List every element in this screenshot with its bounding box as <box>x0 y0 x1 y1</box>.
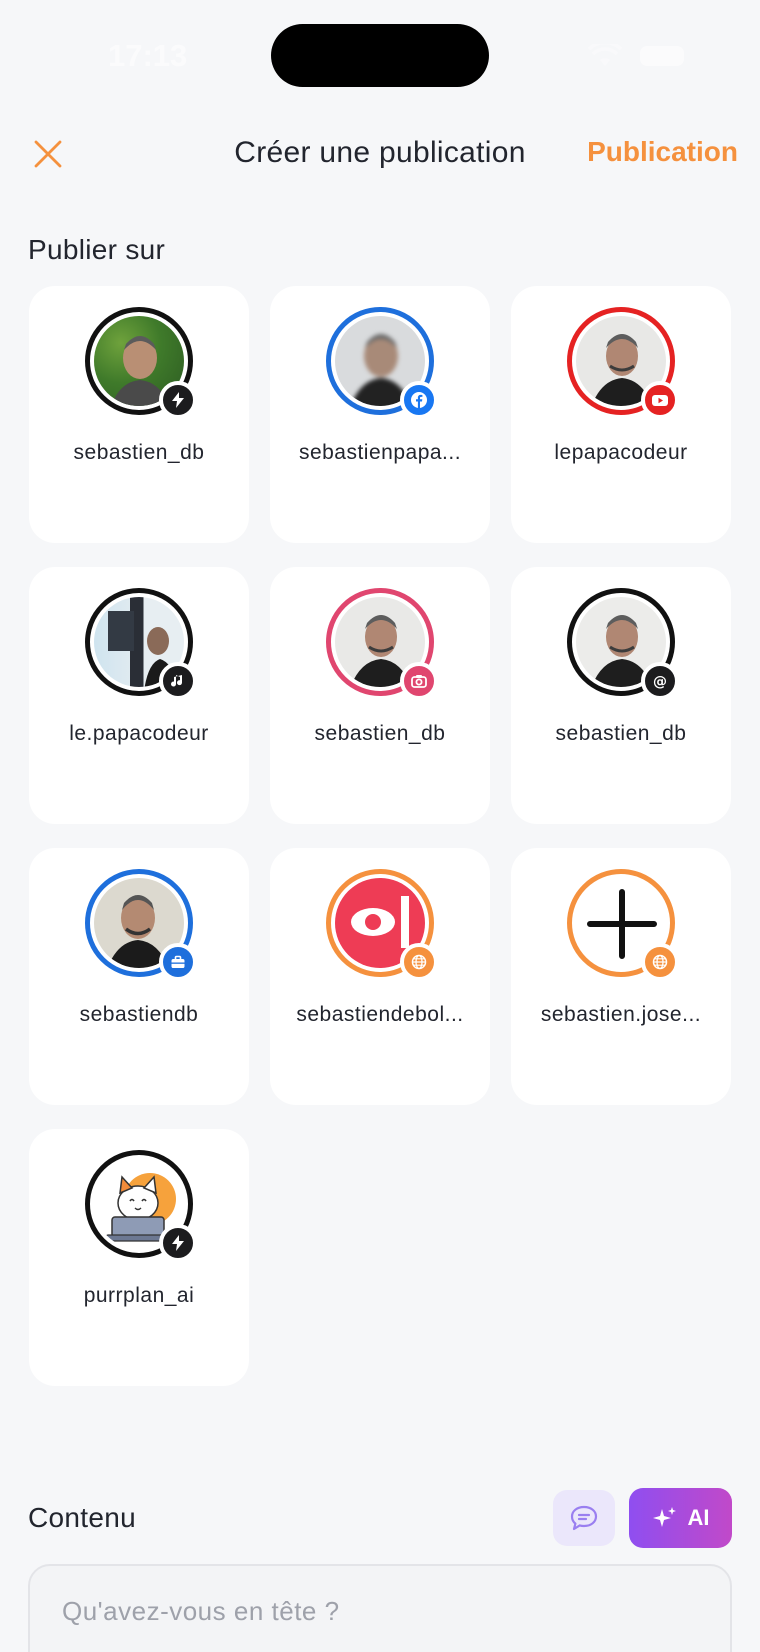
account-card[interactable]: sebastiendb <box>29 848 249 1105</box>
header: Créer une publication Publication <box>0 120 760 190</box>
account-name: lepapacodeur <box>554 441 688 464</box>
account-card[interactable]: sebastien_db <box>270 567 490 824</box>
battery-icon <box>640 46 684 66</box>
content-label: Contenu <box>28 1502 136 1533</box>
status-bar: 17:13 <box>0 0 760 110</box>
status-time: 17:13 <box>108 38 188 73</box>
publish-button[interactable]: Publication <box>587 136 738 168</box>
account-card[interactable]: sebastiendebol... <box>270 848 490 1105</box>
instagram-camera-icon <box>400 662 438 700</box>
globe-icon <box>641 943 679 981</box>
bolt-icon <box>159 1224 197 1262</box>
post-content-input[interactable]: Qu'avez-vous en tête ? <box>28 1564 732 1652</box>
facebook-icon <box>400 381 438 419</box>
svg-text:@: @ <box>653 674 667 690</box>
account-name: sebastiendb <box>79 1003 199 1026</box>
dynamic-island <box>271 24 489 87</box>
publish-on-label: Publier sur <box>28 234 166 265</box>
account-name: sebastien.jose... <box>540 1003 702 1026</box>
chat-button[interactable] <box>553 1490 615 1546</box>
account-name: sebastiendebol... <box>296 1003 464 1026</box>
threads-icon: @ <box>641 662 679 700</box>
account-card[interactable]: sebastien.jose... <box>511 848 731 1105</box>
accounts-grid: sebastien_db sebastienpapa... lepapacode… <box>29 286 732 1386</box>
sparkle-icon <box>652 1507 676 1527</box>
account-name: le.papacodeur <box>69 722 209 745</box>
globe-icon <box>400 943 438 981</box>
account-name: purrplan_ai <box>83 1284 195 1307</box>
ai-button[interactable]: AI <box>629 1488 732 1548</box>
linkedin-briefcase-icon <box>159 943 197 981</box>
account-name: sebastien_db <box>73 441 205 464</box>
account-name: sebastienpapa... <box>298 441 462 464</box>
ai-label: AI <box>687 1505 710 1530</box>
account-name: sebastien_db <box>555 722 687 745</box>
account-card[interactable]: purrplan_ai <box>29 1129 249 1386</box>
tiktok-music-icon <box>159 662 197 700</box>
post-content-placeholder: Qu'avez-vous en tête ? <box>62 1596 340 1626</box>
wifi-icon <box>588 44 622 66</box>
account-name: sebastien_db <box>314 722 446 745</box>
account-card[interactable]: lepapacodeur <box>511 286 731 543</box>
account-card[interactable]: sebastienpapa... <box>270 286 490 543</box>
account-card[interactable]: @ sebastien_db <box>511 567 731 824</box>
account-card[interactable]: sebastien_db <box>29 286 249 543</box>
chat-bubble-icon <box>570 1505 598 1531</box>
account-card[interactable]: le.papacodeur <box>29 567 249 824</box>
bolt-icon <box>159 381 197 419</box>
youtube-icon <box>641 381 679 419</box>
